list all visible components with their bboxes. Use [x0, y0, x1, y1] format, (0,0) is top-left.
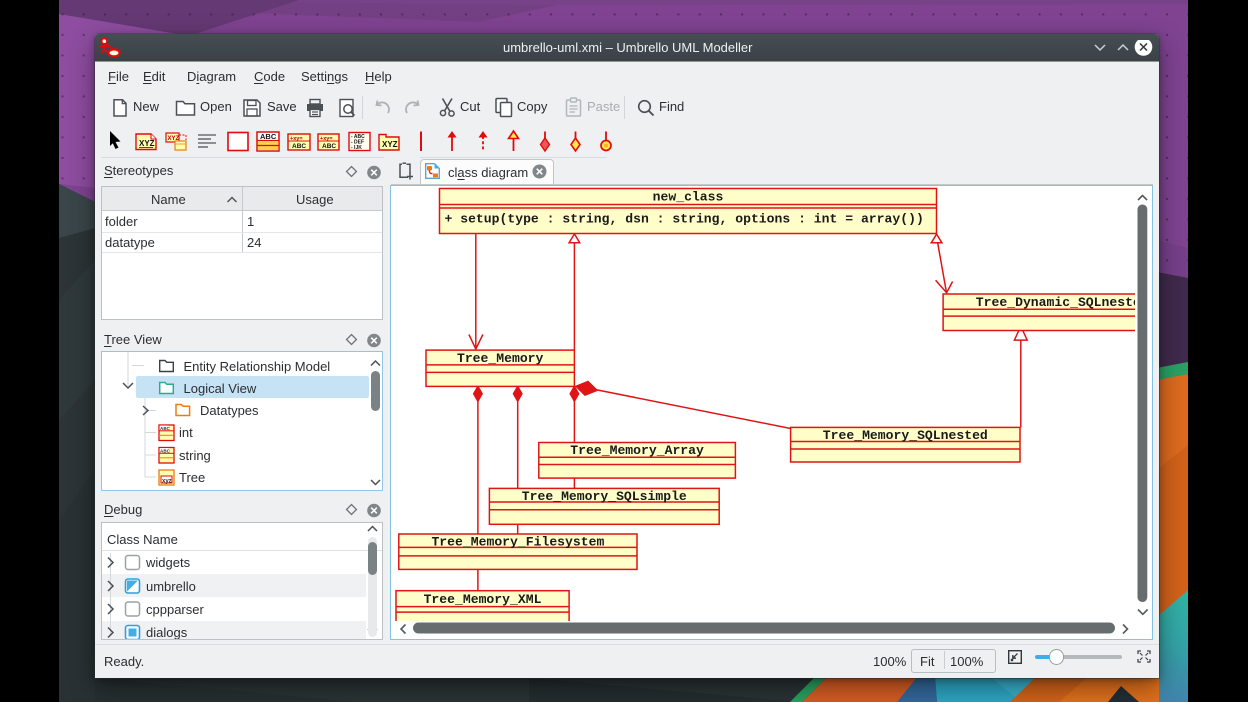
svg-text:ABC: ABC	[160, 448, 171, 453]
svg-text:XYZ: XYZ	[139, 139, 155, 148]
svg-text:Tree_Memory_Filesystem: Tree_Memory_Filesystem	[431, 534, 604, 549]
svg-text:Tree_Memory_SQLsimple: Tree_Memory_SQLsimple	[522, 488, 687, 503]
svg-text:ABC: ABC	[292, 143, 306, 150]
svg-text:new_class: new_class	[653, 189, 724, 204]
svg-text:Tree_Dynamic_SQLnested: Tree_Dynamic_SQLnested	[976, 294, 1135, 309]
svg-text:xyz: xyz	[162, 479, 172, 485]
svg-text:- IJK: - IJK	[351, 145, 362, 151]
svg-text:+ setup(type : string, dsn : s: + setup(type : string, dsn : string, opt…	[445, 211, 924, 226]
svg-text:XYZ: XYZ	[382, 140, 398, 149]
svg-text:ABC: ABC	[160, 426, 171, 431]
svg-text:Tree_Memory: Tree_Memory	[457, 350, 544, 365]
svg-text:Tree_Memory_SQLnested: Tree_Memory_SQLnested	[823, 427, 988, 442]
svg-text:ABC: ABC	[260, 132, 277, 141]
svg-text:Tree_Memory_Array: Tree_Memory_Array	[570, 443, 704, 458]
svg-text:Tree_Memory_XML: Tree_Memory_XML	[424, 591, 542, 606]
svg-text:ABC: ABC	[322, 143, 336, 150]
